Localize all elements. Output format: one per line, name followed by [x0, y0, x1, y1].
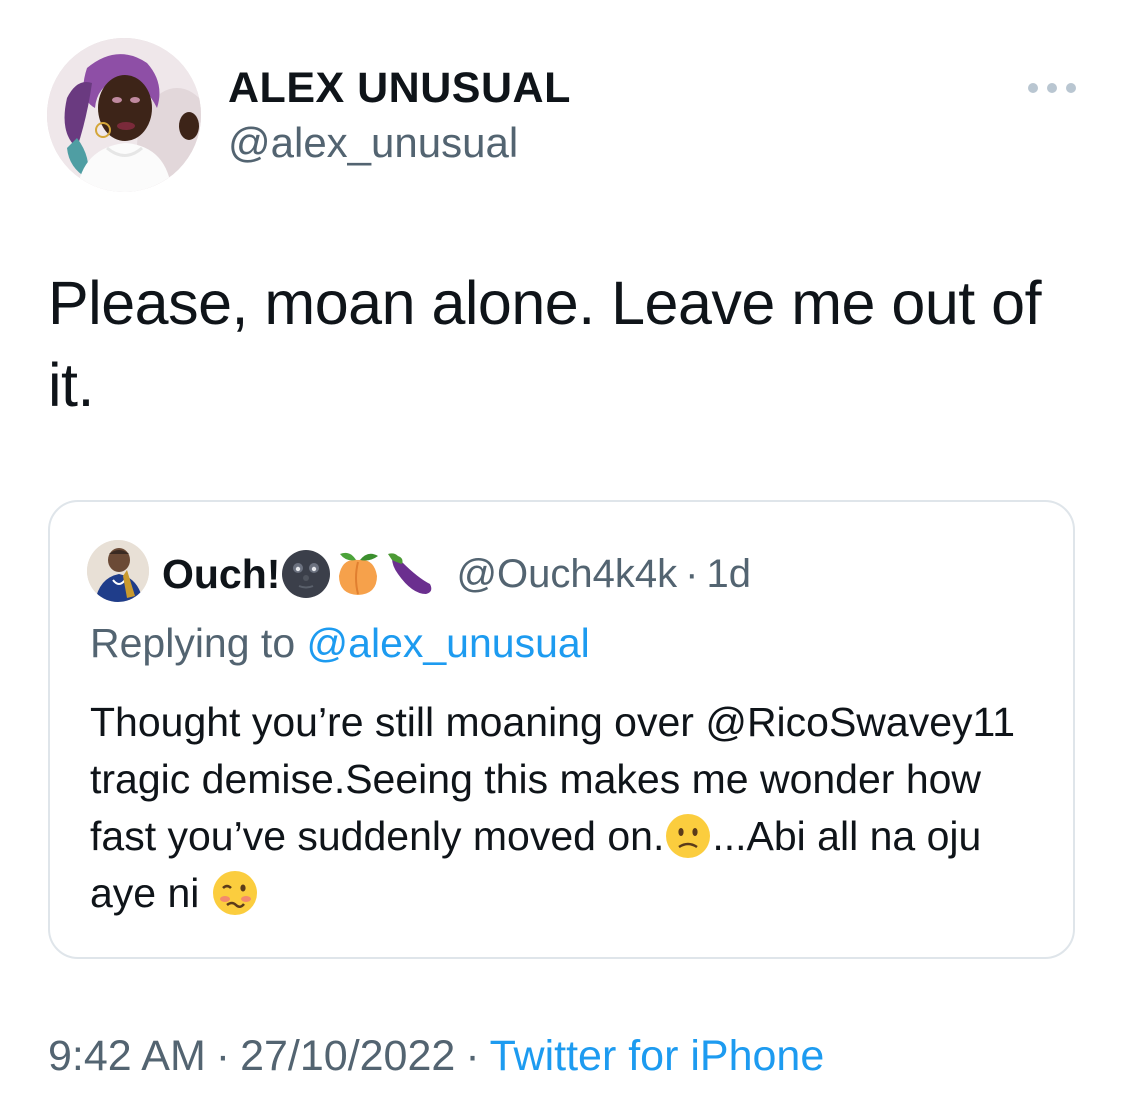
quoted-author-name[interactable]: Ouch! [162, 551, 280, 598]
tweet-text: Please, moan alone. Leave me out of it. [48, 269, 1042, 419]
quoted-tweet-time[interactable]: 1d [706, 552, 751, 597]
tweet-date[interactable]: 27/10/2022 [240, 1032, 455, 1080]
woozy-face-icon [212, 871, 257, 915]
quoted-author-avatar[interactable] [87, 540, 149, 602]
quoted-tweet-header: Ouch! @Ouch4k4k · 1d [162, 544, 751, 604]
new-moon-face-icon [282, 550, 331, 598]
avatar-photo-icon [87, 540, 149, 602]
author-avatar[interactable] [47, 38, 201, 192]
tweet-meta: 9:42 AM · 27/10/2022 · Twitter for iPhone [48, 1032, 824, 1081]
more-options-button[interactable] [1028, 76, 1076, 100]
author-name[interactable]: ALEX UNUSUAL [228, 64, 571, 113]
author-handle[interactable]: @alex_unusual [228, 119, 518, 167]
quoted-author-handle[interactable]: @Ouch4k4k [456, 552, 677, 597]
replying-mention-link[interactable]: @alex_unusual [307, 620, 590, 666]
ellipsis-icon [1028, 83, 1038, 93]
quoted-tweet-card[interactable]: Ouch! @Ouch4k4k · 1d Replying to @alex_u… [48, 500, 1075, 959]
tweet-source-link[interactable]: Twitter for iPhone [490, 1032, 825, 1080]
avatar-photo-icon [47, 38, 201, 192]
eggplant-icon [388, 553, 432, 594]
separator-dot: · [215, 1032, 231, 1080]
slightly-frowning-face-icon [666, 814, 711, 858]
ellipsis-icon [1047, 83, 1057, 93]
peach-icon [339, 552, 379, 595]
tweet-detail-page: ALEX UNUSUAL @alex_unusual Please, moan … [0, 0, 1125, 1098]
replying-prefix: Replying to [90, 620, 296, 666]
separator-dot: · [465, 1032, 480, 1080]
tweet-time[interactable]: 9:42 AM [48, 1032, 206, 1080]
replying-to-line: Replying to @alex_unusual [90, 620, 590, 667]
separator-dot: · [685, 551, 699, 596]
ellipsis-icon [1066, 83, 1076, 93]
quoted-tweet-text: Thought you’re still moaning over @RicoS… [90, 694, 1050, 922]
